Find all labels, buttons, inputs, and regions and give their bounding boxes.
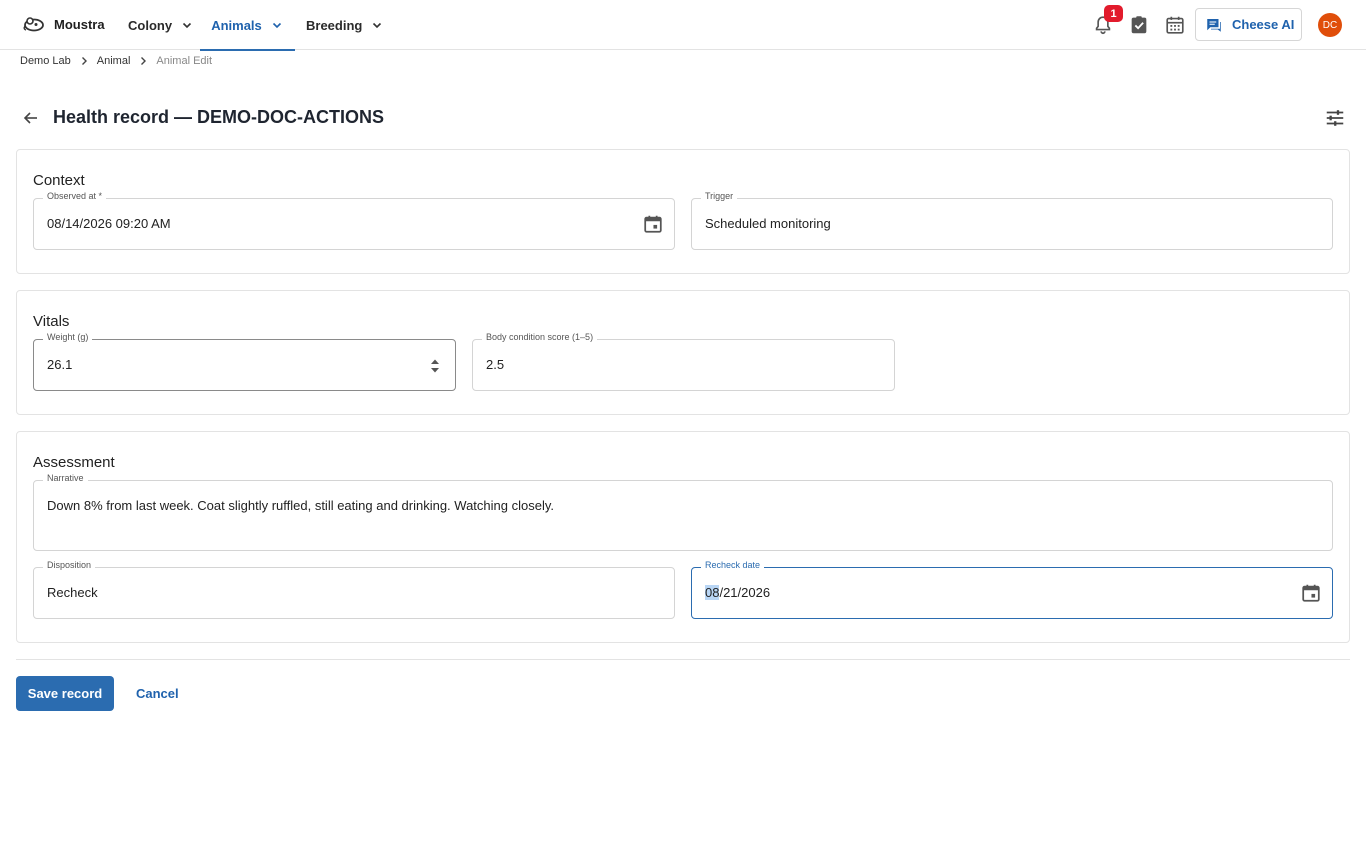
tune-settings-icon[interactable] bbox=[1324, 107, 1346, 129]
recheck-date-day-year: /21/2026 bbox=[719, 585, 771, 600]
nav-animals[interactable]: Animals bbox=[200, 0, 295, 51]
weight-label: Weight (g) bbox=[43, 332, 93, 342]
user-avatar[interactable]: DC bbox=[1318, 13, 1342, 37]
trigger-field[interactable]: Trigger Scheduled monitoring bbox=[691, 191, 1333, 250]
tasks-button[interactable] bbox=[1127, 13, 1151, 37]
page-title: Health record — DEMO-DOC-ACTIONS bbox=[53, 107, 385, 127]
recheck-date-label: Recheck date bbox=[701, 560, 765, 570]
notification-badge: 1 bbox=[1104, 5, 1123, 22]
narrative-field[interactable]: Narrative Down 8% from last week. Coat s… bbox=[33, 473, 1333, 551]
observed-at-value: 08/14/2026 09:20 AM bbox=[47, 216, 171, 231]
disposition-value: Recheck bbox=[47, 585, 98, 600]
calendar-icon[interactable] bbox=[642, 213, 664, 235]
chevron-right-icon bbox=[141, 57, 147, 65]
assessment-title: Assessment bbox=[33, 454, 115, 471]
weight-field[interactable]: Weight (g) 26.1 bbox=[33, 332, 456, 391]
recheck-date-month-selected: 08 bbox=[705, 585, 720, 600]
cheese-ai-button[interactable]: Cheese AI bbox=[1195, 8, 1302, 41]
context-title: Context bbox=[33, 172, 85, 189]
disposition-label: Disposition bbox=[43, 560, 96, 570]
nav-breeding-label: Breeding bbox=[306, 17, 363, 33]
observed-at-label: Observed at * bbox=[43, 191, 107, 201]
breadcrumb-animal[interactable]: Animal bbox=[97, 55, 131, 67]
chevron-down-icon bbox=[272, 22, 281, 29]
calendar-icon bbox=[1166, 16, 1184, 34]
mouse-logo-icon bbox=[23, 17, 44, 32]
chevron-down-icon bbox=[182, 22, 192, 29]
weight-value: 26.1 bbox=[47, 357, 73, 372]
nav-animals-label: Animals bbox=[211, 17, 262, 33]
recheck-date-value: 08/21/2026 bbox=[705, 585, 770, 600]
calendar-icon[interactable] bbox=[1300, 582, 1322, 604]
disposition-field[interactable]: Disposition Recheck bbox=[33, 560, 675, 619]
actions-divider bbox=[16, 659, 1350, 660]
cancel-button[interactable]: Cancel bbox=[136, 686, 179, 701]
observed-at-field[interactable]: Observed at * 08/14/2026 09:20 AM bbox=[33, 191, 675, 250]
nav-colony-label: Colony bbox=[128, 17, 173, 33]
app-name: Moustra bbox=[54, 16, 105, 32]
save-record-button[interactable]: Save record bbox=[16, 676, 114, 711]
chevron-right-icon bbox=[81, 57, 87, 65]
task-check-icon bbox=[1131, 16, 1147, 34]
cheese-ai-label: Cheese AI bbox=[1232, 17, 1295, 32]
breadcrumb-demo-lab[interactable]: Demo Lab bbox=[20, 55, 71, 67]
body-condition-label: Body condition score (1–5) bbox=[482, 332, 598, 342]
nav-breeding[interactable]: Breeding bbox=[306, 0, 384, 50]
body-condition-field[interactable]: Body condition score (1–5) 2.5 bbox=[472, 332, 895, 391]
trigger-label: Trigger bbox=[701, 191, 738, 201]
nav-colony[interactable]: Colony bbox=[128, 0, 194, 50]
chat-icon bbox=[1207, 18, 1221, 32]
trigger-value: Scheduled monitoring bbox=[705, 216, 831, 231]
calendar-button[interactable] bbox=[1163, 13, 1187, 37]
chevron-down-icon bbox=[373, 22, 382, 29]
body-condition-value: 2.5 bbox=[486, 357, 505, 372]
top-bar: Moustra Colony Animals Breeding 1 Cheese… bbox=[0, 0, 1366, 51]
vitals-title: Vitals bbox=[33, 313, 70, 330]
assessment-card: Assessment Narrative Down 8% from last w… bbox=[16, 431, 1350, 643]
breadcrumb-current: Animal Edit bbox=[156, 55, 213, 67]
back-arrow-icon[interactable] bbox=[21, 108, 41, 128]
number-stepper-icon[interactable] bbox=[429, 357, 441, 375]
breadcrumb: Demo Lab Animal Animal Edit bbox=[20, 54, 212, 68]
narrative-label: Narrative bbox=[43, 473, 88, 483]
narrative-value: Down 8% from last week. Coat slightly ru… bbox=[47, 498, 554, 513]
recheck-date-field[interactable]: Recheck date 08/21/2026 bbox=[691, 560, 1333, 619]
context-card: Context Observed at * 08/14/2026 09:20 A… bbox=[16, 149, 1350, 274]
app-logo[interactable]: Moustra bbox=[22, 12, 105, 36]
vitals-card: Vitals Weight (g) 26.1 Body condition sc… bbox=[16, 290, 1350, 415]
